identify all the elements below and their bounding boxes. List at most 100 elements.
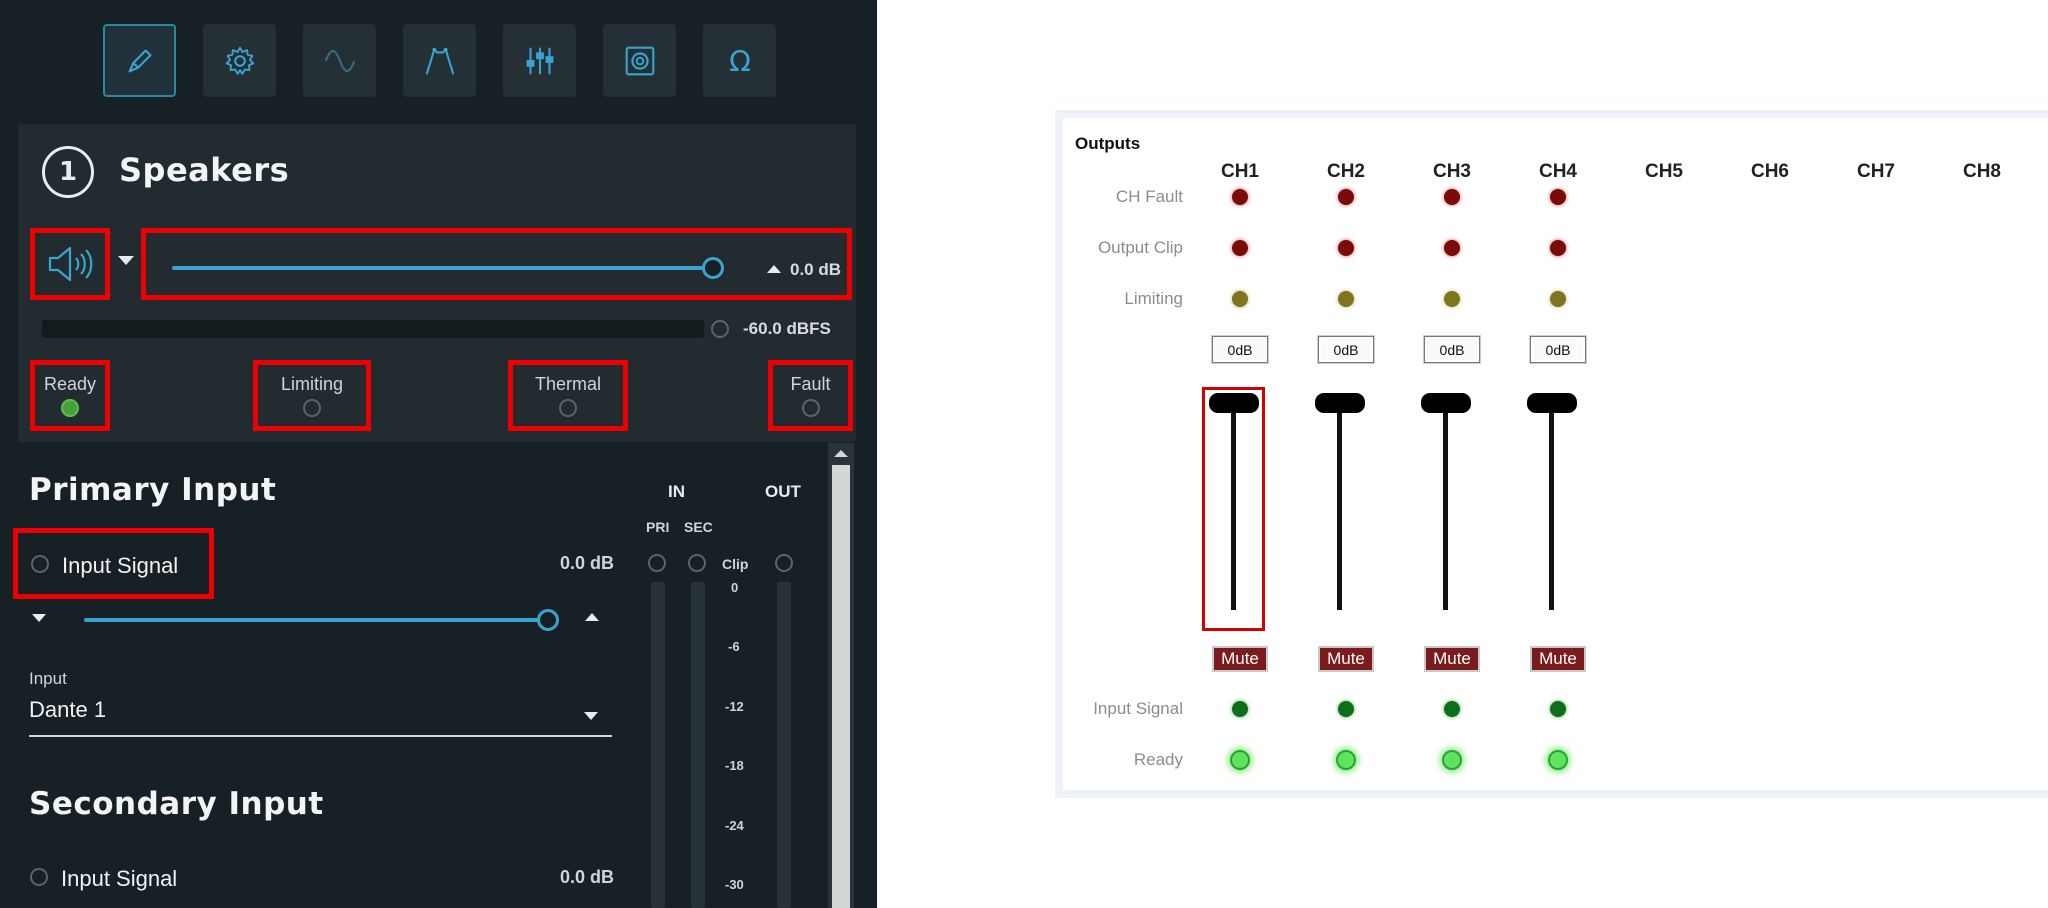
primary-gain-knob[interactable] (537, 609, 559, 631)
secondary-signal-value: 0.0 dB (560, 867, 615, 887)
omega-icon: Ω (729, 45, 751, 78)
ch2-gain-field[interactable]: 0dB (1318, 336, 1374, 363)
filter-curve-icon (425, 47, 454, 75)
thermal-label: Thermal (534, 374, 601, 394)
scale-label: 0 (731, 580, 739, 595)
ch4-fault-led (1550, 189, 1566, 205)
output-clip-label: Output Clip (1097, 238, 1183, 257)
edit-tool-button[interactable] (103, 24, 176, 97)
settings-button[interactable] (203, 24, 276, 97)
ch4-clip-led (1550, 240, 1566, 256)
ch3-fader-track (1443, 403, 1448, 610)
ch3-gain-field[interactable]: 0dB (1424, 336, 1480, 363)
pri-meter (651, 582, 665, 908)
toolbar: Ω (103, 24, 776, 97)
filter-button[interactable] (403, 24, 476, 97)
ch4-mute-button[interactable]: Mute (1530, 646, 1586, 672)
speaker-dropdown-caret[interactable] (118, 256, 134, 265)
channel-header: CH2 (1326, 161, 1365, 182)
ch1-fault-led (1232, 189, 1248, 205)
ch4-ready-led (1548, 750, 1568, 770)
primary-gain-up-icon[interactable] (585, 613, 599, 621)
speaker-volume-slider[interactable]: 0.0 dB (141, 228, 852, 300)
ch2-limiting-led (1338, 291, 1354, 307)
input-select-value[interactable]: Dante 1 (29, 697, 106, 723)
volume-knob[interactable] (702, 257, 724, 279)
ch2-fault-led (1338, 189, 1354, 205)
ch1-fader-knob[interactable] (1209, 393, 1259, 413)
scale-label: -24 (725, 818, 744, 833)
meter-sec-header: SEC (684, 519, 713, 535)
meter-pri-header: PRI (646, 519, 670, 535)
speakers-title: Speakers (119, 151, 290, 189)
outputs-panel: Outputs CH1 CH2 CH3 CH4 CH5 CH6 CH7 CH8 … (1055, 110, 2048, 798)
ch2-mute-button[interactable]: Mute (1318, 646, 1374, 672)
scale-label: -30 (725, 877, 744, 892)
scroll-up-icon[interactable] (834, 450, 848, 457)
ch3-signal-led (1444, 701, 1460, 717)
sliders-icon (526, 47, 553, 74)
speaker-box-icon (625, 46, 654, 75)
ch1-limiting-led (1232, 291, 1248, 307)
eq-button[interactable] (503, 24, 576, 97)
primary-input-signal: Input Signal (13, 528, 214, 599)
impedance-button[interactable]: Ω (703, 24, 776, 97)
ch3-mute-button[interactable]: Mute (1424, 646, 1480, 672)
ch1-gain-field[interactable]: 0dB (1212, 336, 1268, 363)
ch3-ready-led (1442, 750, 1462, 770)
meter-value: -60.0 dBFS (743, 319, 831, 338)
input-signal-label: Input Signal (1093, 699, 1183, 718)
input-select-caret[interactable] (584, 712, 598, 720)
speaker-settings-button[interactable] (603, 24, 676, 97)
ch2-fader-knob[interactable] (1315, 393, 1365, 413)
secondary-signal-label: Input Signal (61, 866, 178, 891)
scale-label: -18 (725, 758, 744, 773)
channel-header: CH8 (1962, 161, 2001, 182)
secondary-input-title: Secondary Input (29, 786, 324, 822)
clip-label: Clip (722, 556, 749, 572)
ch2-fader-track (1337, 403, 1342, 610)
ch4-fader-track (1549, 403, 1554, 610)
ready-label: Ready (1133, 750, 1183, 769)
fault-indicator: Fault (768, 360, 853, 431)
sine-wave-icon (324, 49, 355, 72)
fault-led (801, 399, 820, 417)
thermal-led (559, 399, 577, 417)
limiting-led (303, 399, 321, 417)
ch3-clip-led (1444, 240, 1460, 256)
amp-control-panel: Ω 1 Speakers 0.0 dB -60.0 dBFS Ready Lim… (0, 0, 877, 908)
volume-track (172, 266, 714, 270)
ch1-mute-button[interactable]: Mute (1212, 646, 1268, 672)
pen-icon (128, 49, 151, 72)
ch2-ready-led (1336, 750, 1356, 770)
speaker-volume-icon (48, 246, 93, 282)
ch4-fader-knob[interactable] (1527, 393, 1577, 413)
ch3-limiting-led (1444, 291, 1460, 307)
outputs-grid: Outputs CH1 CH2 CH3 CH4 CH5 CH6 CH7 CH8 … (1063, 118, 2048, 790)
ch4-gain-field[interactable]: 0dB (1530, 336, 1586, 363)
primary-gain-track (84, 618, 550, 622)
speaker-mute-button[interactable] (30, 228, 110, 300)
scale-label: -6 (728, 639, 740, 654)
fault-label: Fault (790, 374, 831, 394)
primary-input-title: Primary Input (29, 472, 277, 508)
ch1-signal-led (1232, 701, 1248, 717)
scroll-thumb[interactable] (832, 465, 850, 908)
outputs-title: Outputs (1075, 134, 1141, 153)
primary-gain-down-icon[interactable] (32, 614, 46, 622)
volume-up-icon[interactable] (767, 265, 781, 273)
ch4-signal-led (1550, 701, 1566, 717)
scrollbar[interactable] (828, 443, 854, 908)
out-clip-led (775, 554, 793, 572)
signal-button[interactable] (303, 24, 376, 97)
limiting-label: Limiting (1124, 289, 1183, 308)
pri-clip-led (648, 554, 666, 572)
channel-header: CH1 (1220, 161, 1259, 182)
meter-out-header: OUT (765, 482, 801, 501)
ch-fault-label: CH Fault (1115, 187, 1183, 206)
channel-header: CH3 (1432, 161, 1471, 182)
ch1-ready-led (1230, 750, 1250, 770)
ch3-fader-knob[interactable] (1421, 393, 1471, 413)
sec-meter (691, 582, 705, 908)
svg-text:Ω: Ω (729, 45, 751, 78)
